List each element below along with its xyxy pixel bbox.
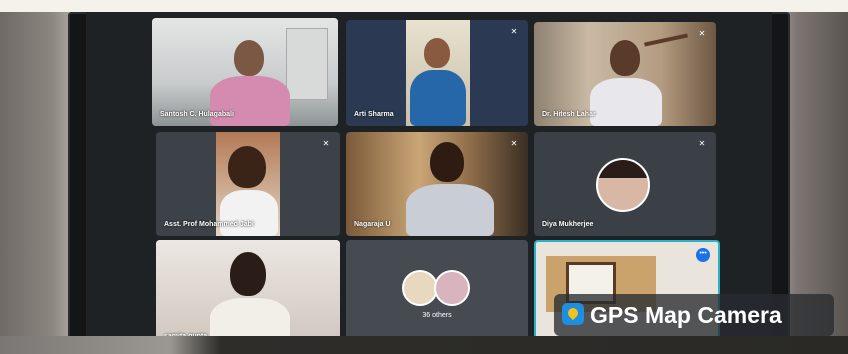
participant-name: Santosh C. Hulagabali — [160, 111, 234, 118]
gps-map-camera-watermark: GPS Map Camera — [554, 294, 834, 336]
microphone-off-icon: ✕ — [510, 27, 518, 36]
others-tile[interactable]: 36 others — [346, 240, 528, 348]
participant-avatar — [434, 270, 470, 306]
participant-name: Arti Sharma — [354, 111, 394, 118]
participant-tile-nagaraja[interactable]: ✕ Nagaraja U — [346, 132, 528, 236]
participant-tile-santosh[interactable]: Santosh C. Hulagabali — [152, 18, 338, 126]
participant-body — [410, 70, 466, 126]
participant-body — [210, 76, 290, 126]
participant-avatar — [596, 158, 650, 212]
microphone-off-icon: ✕ — [510, 139, 518, 148]
participant-head — [234, 40, 264, 76]
office-shelf — [286, 28, 328, 100]
participant-avatar — [402, 270, 438, 306]
participant-head — [230, 252, 266, 296]
participant-head — [610, 40, 640, 76]
microphone-off-icon: ✕ — [698, 139, 706, 148]
participant-body — [406, 184, 494, 236]
participant-head — [228, 146, 266, 188]
watermark-label: GPS Map Camera — [590, 302, 782, 328]
bottom-strip — [0, 336, 848, 354]
participant-body — [220, 190, 278, 236]
microphone-off-icon: ✕ — [698, 29, 706, 38]
participant-head — [430, 142, 464, 182]
ceiling — [0, 0, 848, 12]
more-options-icon[interactable]: ••• — [696, 248, 710, 262]
map-pin-icon — [562, 303, 584, 325]
microphone-off-icon: ✕ — [322, 139, 330, 148]
avatar-hair — [598, 160, 648, 178]
participant-tile-samita[interactable]: samita gupta — [156, 240, 340, 348]
participant-tile-mohammed[interactable]: ✕ Asst. Prof Mohammed Jabi — [156, 132, 340, 236]
participant-head — [424, 38, 450, 68]
others-count: 36 others — [422, 312, 452, 319]
participant-name: Diya Mukherjee — [542, 221, 594, 228]
participant-tile-hitesh[interactable]: ✕ Dr. Hitesh Lahar — [534, 22, 716, 126]
participant-tile-diya[interactable]: ✕ Diya Mukherjee — [534, 132, 716, 236]
participant-body — [590, 78, 662, 126]
participant-name: Asst. Prof Mohammed Jabi — [164, 221, 254, 228]
participant-name: Dr. Hitesh Lahar — [542, 111, 596, 118]
participant-name: Nagaraja U — [354, 221, 391, 228]
participant-tile-arti[interactable]: ✕ Arti Sharma — [346, 20, 528, 126]
